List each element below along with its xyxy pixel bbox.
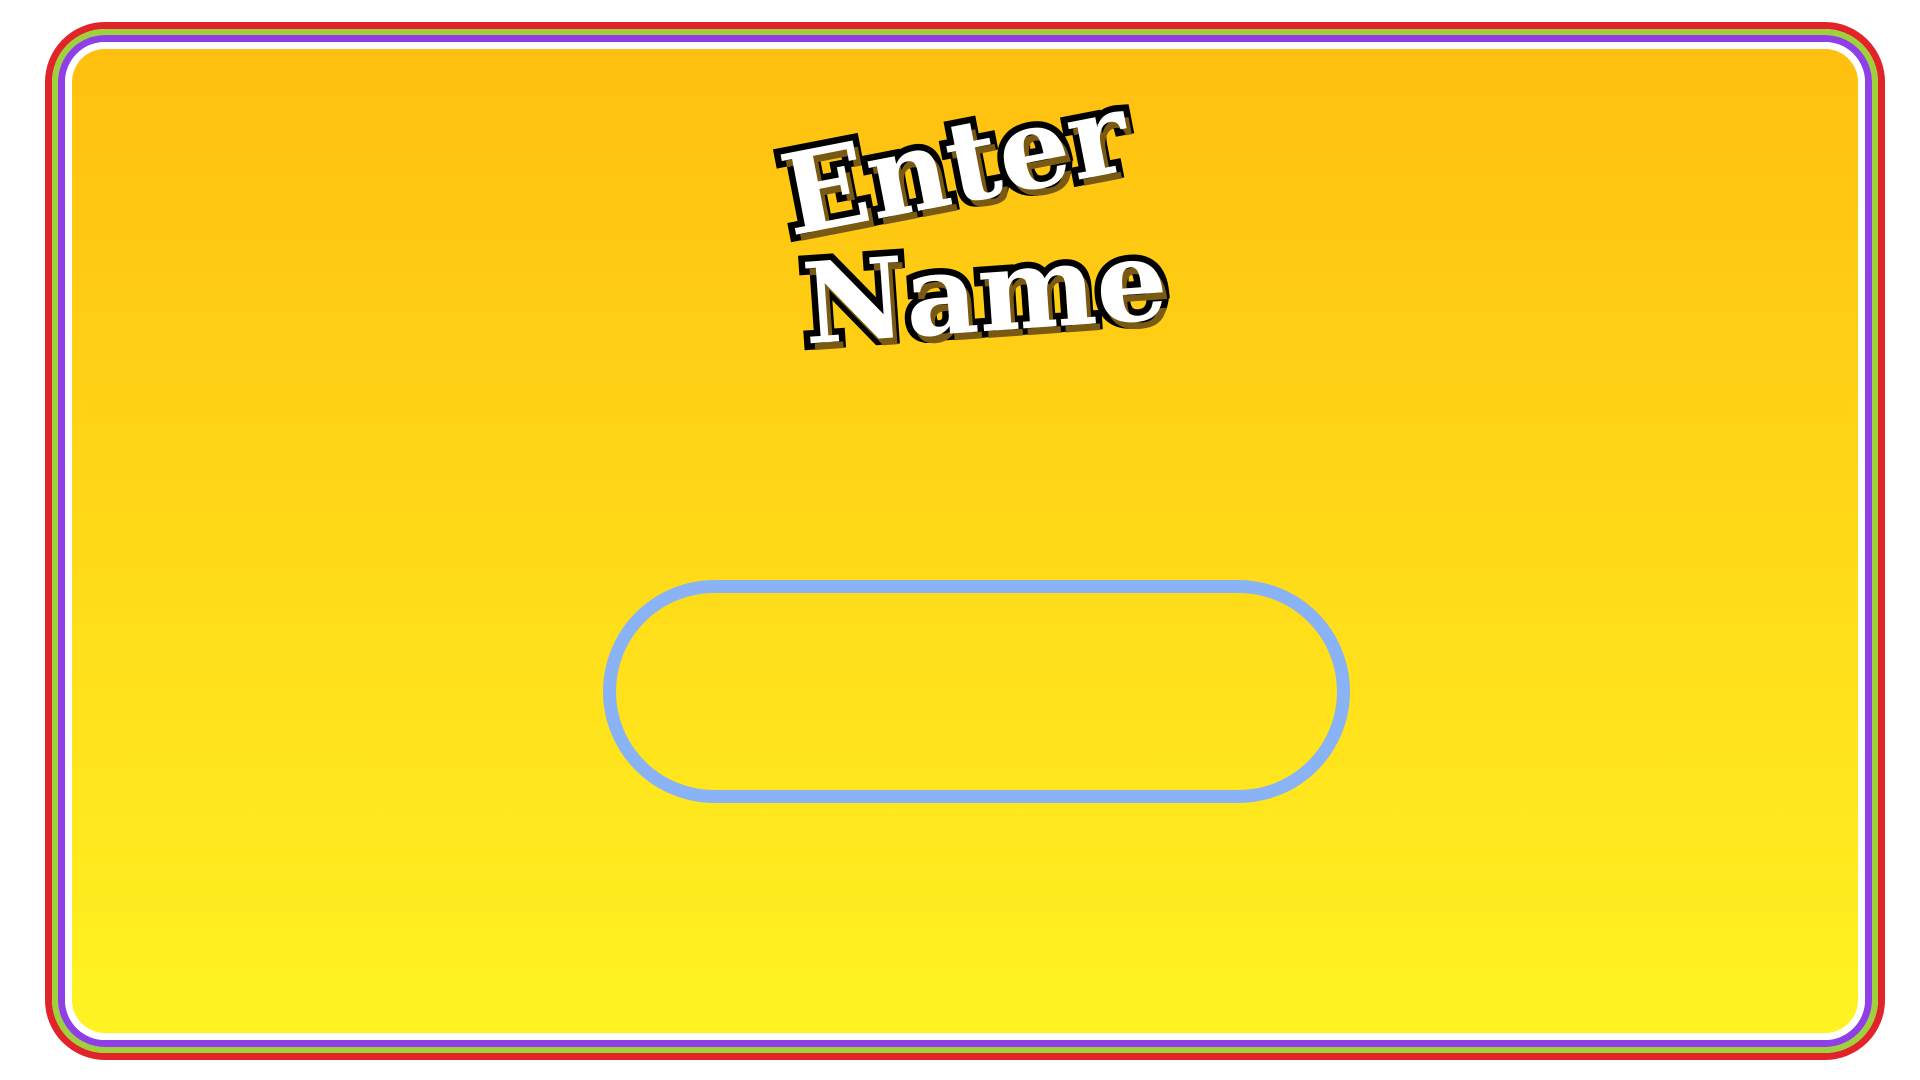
name-input[interactable]	[603, 580, 1350, 803]
green-frame: Enter Name	[52, 29, 1878, 1053]
purple-frame: Enter Name	[58, 35, 1872, 1047]
outer-red-frame: Enter Name	[45, 22, 1885, 1060]
name-entry-panel: Enter Name	[72, 49, 1858, 1033]
white-frame: Enter Name	[65, 42, 1865, 1040]
